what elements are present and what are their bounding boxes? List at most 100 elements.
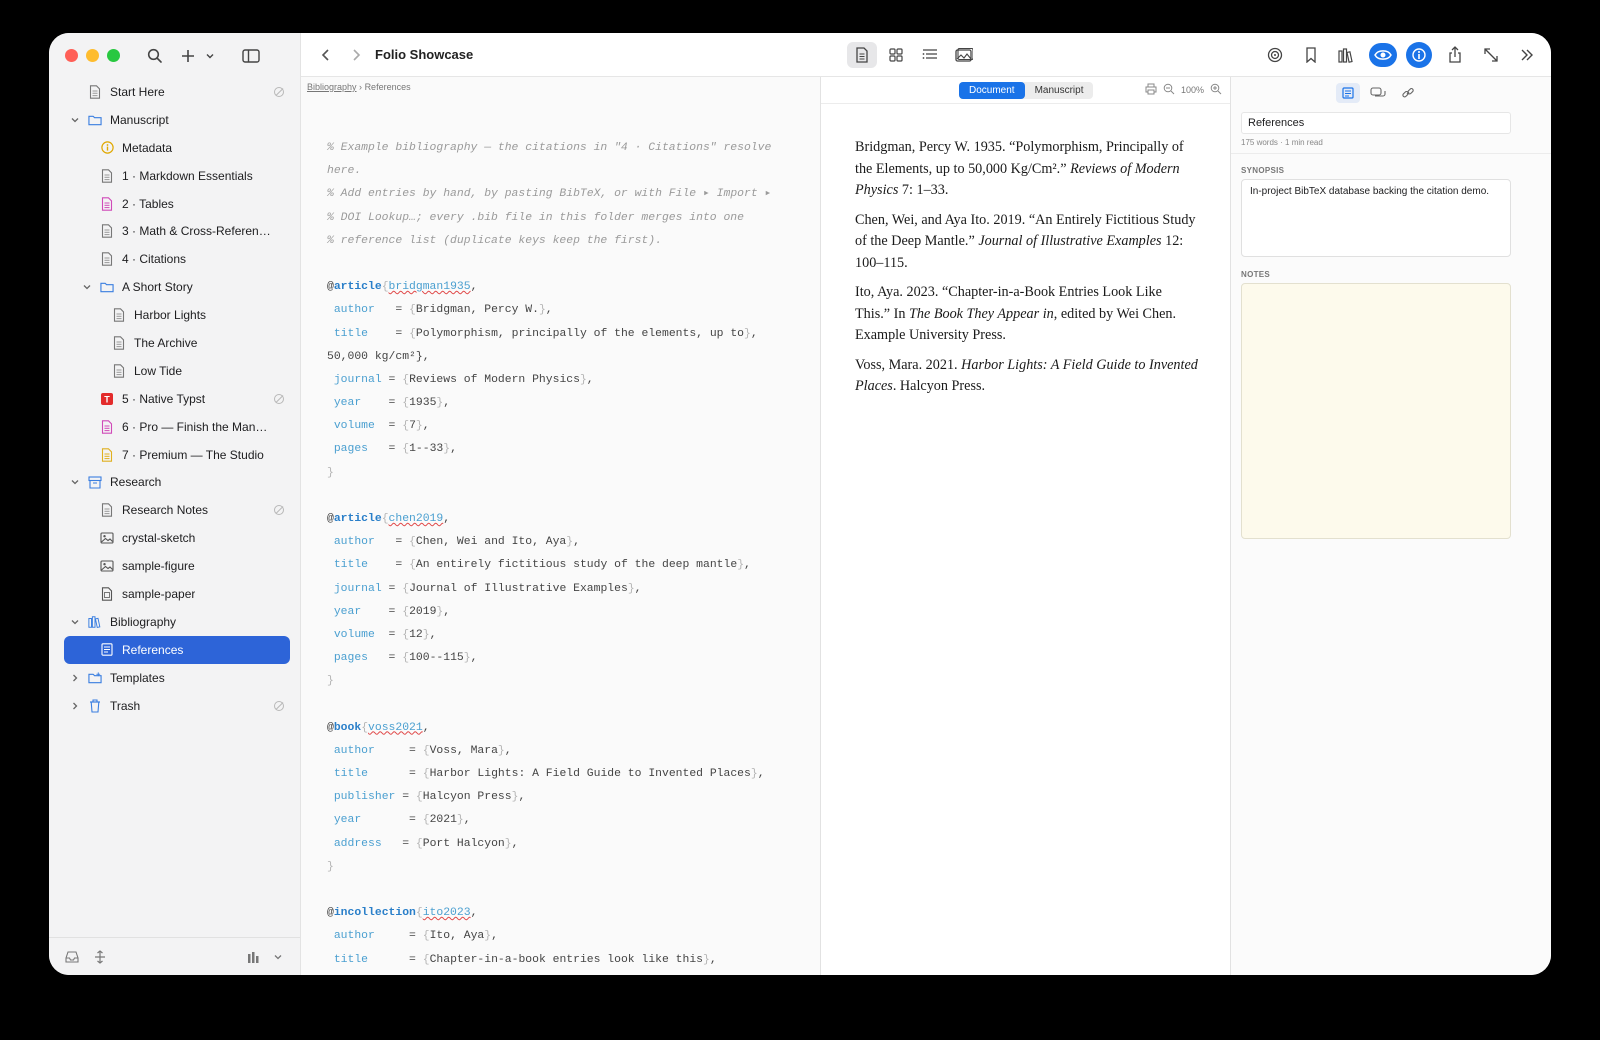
- link-tab-icon[interactable]: [1396, 83, 1420, 103]
- preview-toggle-button[interactable]: [1369, 42, 1397, 68]
- document-view-button[interactable]: [847, 42, 877, 68]
- inspector-toggle-button[interactable]: [1405, 42, 1433, 68]
- chevron-down-icon[interactable]: [69, 616, 81, 628]
- sidebar-item-references[interactable]: References: [49, 635, 300, 664]
- back-button[interactable]: [315, 44, 337, 66]
- comments-tab-icon[interactable]: [1366, 83, 1390, 103]
- search-icon[interactable]: [144, 45, 166, 67]
- media-view-button[interactable]: [949, 42, 979, 68]
- sidebar-item-research[interactable]: Research: [49, 468, 300, 496]
- minimize-window-button[interactable]: [86, 49, 99, 62]
- chevron-down-icon[interactable]: [267, 946, 289, 968]
- fullscreen-icon[interactable]: [1477, 42, 1505, 68]
- field-padding: [361, 606, 382, 618]
- zoom-in-icon[interactable]: [1210, 83, 1222, 97]
- sidebar-item-5-native-typst[interactable]: T 5 · Native Typst: [49, 385, 300, 413]
- forward-button[interactable]: [345, 44, 367, 66]
- outline-view-button[interactable]: [915, 42, 945, 68]
- sidebar-item-manuscript[interactable]: Manuscript: [49, 106, 300, 134]
- sidebar-item-templates[interactable]: Templates: [49, 664, 300, 692]
- equals-sign: =: [381, 652, 403, 665]
- binder-tree: Start Here Manuscript Metadata 1 · Markdown…: [49, 78, 300, 719]
- code-line: }: [327, 462, 807, 485]
- zoom-controls: 100%: [1145, 83, 1222, 97]
- field-comma: ,: [518, 791, 526, 804]
- sidebar-item-4-citations[interactable]: 4 · Citations: [49, 245, 300, 273]
- open-brace: {: [422, 953, 430, 966]
- print-icon[interactable]: [1145, 83, 1157, 97]
- close-brace: }: [744, 327, 751, 340]
- synopsis-field[interactable]: In-project BibTeX database backing the c…: [1241, 179, 1511, 257]
- target-icon[interactable]: [1261, 42, 1289, 68]
- sidebar-item-2-tables[interactable]: 2 · Tables: [49, 190, 300, 218]
- sidebar-item-trash[interactable]: Trash: [49, 692, 300, 720]
- sidebar-item-metadata[interactable]: Metadata: [49, 134, 300, 162]
- field-padding: [368, 559, 389, 571]
- stats-icon[interactable]: [243, 946, 265, 968]
- grid-view-button[interactable]: [881, 42, 911, 68]
- field-padding: [375, 629, 382, 641]
- share-icon[interactable]: [1441, 42, 1469, 68]
- tab-document[interactable]: Document: [959, 82, 1025, 99]
- sidebar-item-3-math-cross-references[interactable]: 3 · Math & Cross-References: [49, 217, 300, 245]
- chevron-down-icon[interactable]: [204, 45, 216, 67]
- chevron-right-icon[interactable]: [69, 672, 81, 684]
- sidebar-item-bibliography[interactable]: Bibliography: [49, 608, 300, 636]
- chevron-down-icon[interactable]: [81, 281, 93, 293]
- library-icon[interactable]: [1333, 42, 1361, 68]
- sidebar-item-sample-paper[interactable]: sample-paper: [49, 580, 300, 608]
- chevron-down-icon[interactable]: [69, 476, 81, 488]
- sidebar-item-a-short-story[interactable]: A Short Story: [49, 273, 300, 301]
- sidebar-item-crystal-sketch[interactable]: crystal-sketch: [49, 524, 300, 552]
- add-item-button[interactable]: [180, 45, 196, 67]
- field-comma: ,: [491, 930, 498, 943]
- sidebar-item-low-tide[interactable]: Low Tide: [49, 357, 300, 385]
- sidebar-item-the-archive[interactable]: The Archive: [49, 329, 300, 357]
- sidebar-item-label: sample-paper: [122, 586, 196, 601]
- sidebar-item-7-premium-the-studio[interactable]: 7 · Premium — The Studio: [49, 441, 300, 469]
- reference-entry: Chen, Wei, and Aya Ito. 2019. “An Entire…: [855, 210, 1200, 275]
- field-value: Chapter-in-a-book entries look like this: [429, 953, 703, 966]
- notes-tab-icon[interactable]: [1336, 83, 1360, 103]
- notes-field[interactable]: [1241, 283, 1511, 539]
- sidebar-item-label: 2 · Tables: [122, 196, 174, 211]
- sidebar-item-1-markdown-essentials[interactable]: 1 · Markdown Essentials: [49, 162, 300, 190]
- more-chevron-icon[interactable]: [1513, 42, 1541, 68]
- bookmark-icon[interactable]: [1297, 42, 1325, 68]
- zoom-window-button[interactable]: [107, 49, 120, 62]
- zoom-out-icon[interactable]: [1163, 83, 1175, 97]
- document-title-field[interactable]: References: [1241, 112, 1511, 134]
- field-name: year: [333, 814, 362, 827]
- chevron-down-icon[interactable]: [69, 114, 81, 126]
- sidebar-item-label: Templates: [110, 670, 165, 685]
- sidebar-item-start-here[interactable]: Start Here: [49, 78, 300, 106]
- field-name: title: [333, 768, 369, 781]
- inspector-tabs: [1336, 83, 1420, 103]
- close-window-button[interactable]: [65, 49, 78, 62]
- code-line: title = {Chapter-in-a-book entries look …: [327, 949, 807, 972]
- sidebar-item-label: Research Notes: [122, 503, 209, 518]
- field-value: 1--33: [409, 443, 444, 456]
- sidebar-item-harbor-lights[interactable]: Harbor Lights: [49, 301, 300, 329]
- code-line: volume = {12},: [327, 624, 807, 647]
- sidebar-item-research-notes[interactable]: Research Notes: [49, 496, 300, 524]
- excluded-badge-icon: [274, 393, 284, 404]
- split-icon[interactable]: [89, 946, 111, 968]
- sidebar-item-6-pro-finish-the-manus[interactable]: 6 · Pro — Finish the Manus...: [49, 413, 300, 441]
- breadcrumb-parent[interactable]: Bibliography: [307, 82, 357, 92]
- folder-icon: [88, 113, 102, 127]
- entry-at-sign: @: [327, 907, 334, 920]
- tab-manuscript[interactable]: Manuscript: [1025, 82, 1094, 99]
- bibtex-source[interactable]: % Example bibliography — the citations i…: [327, 137, 807, 972]
- reference-source-title: Journal of Illustrative Examples: [978, 233, 1162, 249]
- inbox-icon[interactable]: [61, 946, 83, 968]
- document-icon: [112, 364, 126, 378]
- sidebar-item-label: Manuscript: [110, 112, 169, 127]
- toggle-sidebar-icon[interactable]: [240, 45, 262, 67]
- sidebar-item-sample-figure[interactable]: sample-figure: [49, 552, 300, 580]
- chevron-right-icon[interactable]: [69, 700, 81, 712]
- editor-pane[interactable]: Bibliography › References % Example bibl…: [301, 77, 821, 975]
